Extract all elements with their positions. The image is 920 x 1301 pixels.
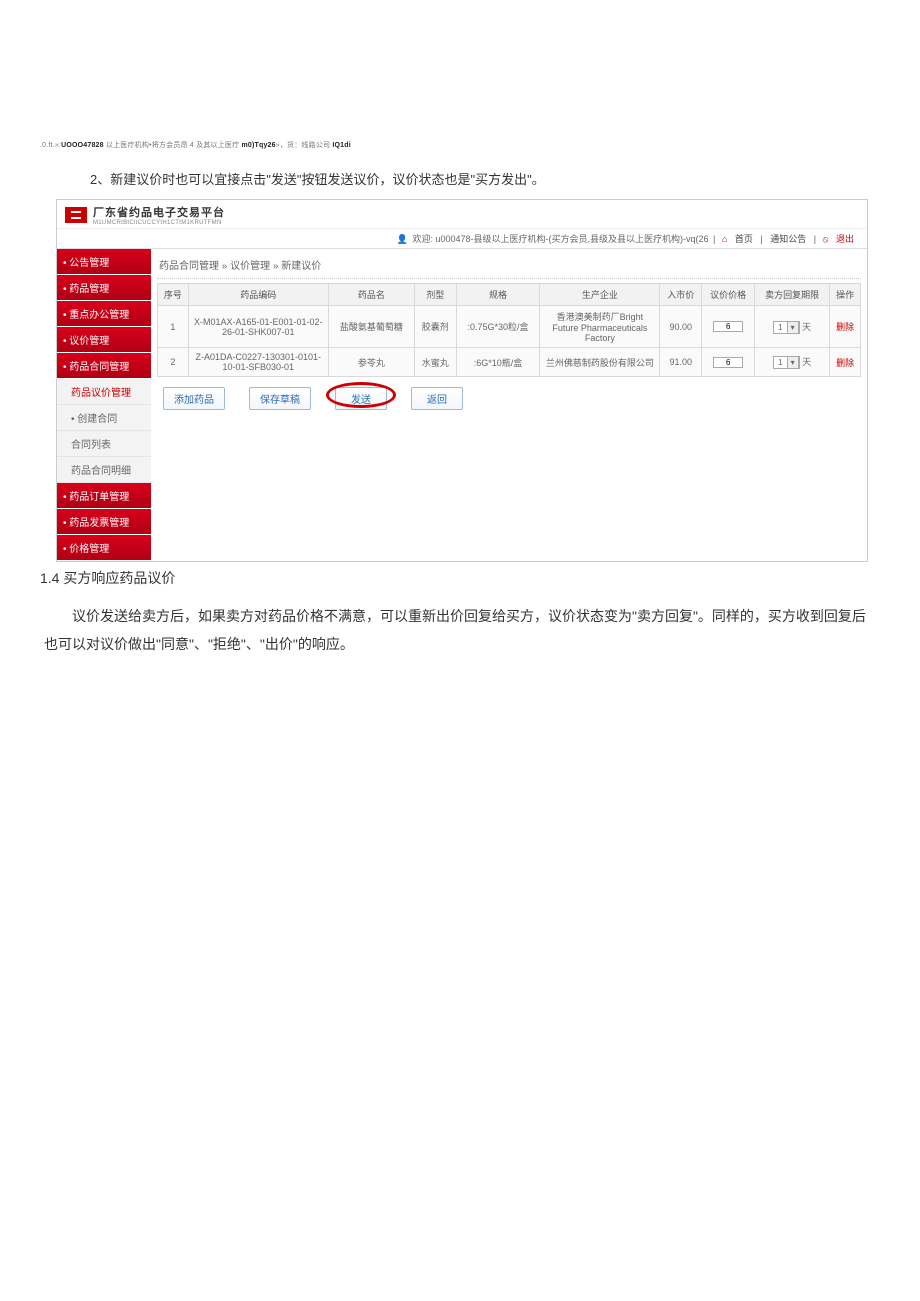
table-header-row: 序号 药品编码 药品名 剂型 规格 生产企业 入市价 议价价格 卖方回复期限 操… xyxy=(158,284,861,306)
stepper-up-icon[interactable]: ▾ xyxy=(788,322,799,333)
delete-link[interactable]: 删除 xyxy=(836,322,854,332)
send-button-label: 发送 xyxy=(351,395,371,406)
user-icon: 👤 xyxy=(397,234,408,244)
cell-bid xyxy=(702,306,755,348)
days-value: 1 xyxy=(774,322,787,333)
sidebar-item-price[interactable]: • 价格管理 xyxy=(57,535,151,561)
app-title: 厂东省约品电子交易平台 xyxy=(93,204,225,220)
table-row: 1 X-M01AX-A165-01-E001-01-02-26-01-SHK00… xyxy=(158,306,861,348)
cell-deadline: 1▾ 天 xyxy=(755,348,830,377)
cell-bid xyxy=(702,348,755,377)
welcome-text: 欢迎: u000478-县级以上医疗机构-(买方会员,县级及县以上医疗机构)-v… xyxy=(412,234,708,244)
home-link[interactable]: 首页 xyxy=(735,234,753,244)
main-panel: 药品合同管理 » 议价管理 » 新建议价 序号 药品编码 药品名 剂型 规格 生… xyxy=(151,249,867,561)
sidebar-sub-contract-detail[interactable]: 药品合同明细 xyxy=(57,457,151,483)
th-deadline: 卖方回复期限 xyxy=(755,284,830,306)
sidebar-item-office[interactable]: • 重点办公管理 xyxy=(57,301,151,327)
th-maker: 生产企业 xyxy=(540,284,660,306)
welcome-bar: 👤 欢迎: u000478-县级以上医疗机构-(买方会员,县级及县以上医疗机构)… xyxy=(57,229,867,249)
days-unit: 天 xyxy=(802,322,811,332)
breadcrumb: 药品合同管理 » 议价管理 » 新建议价 xyxy=(157,253,861,279)
cell-deadline: 1▾ 天 xyxy=(755,306,830,348)
cell-op: 删除 xyxy=(830,306,861,348)
app-header: 厂东省约品电子交易平台 M1UMCRtBtCltCUCCYtH1CTtM1KRU… xyxy=(57,200,867,229)
hdr-pre: .0.ft.»: xyxy=(40,142,61,149)
send-button[interactable]: 发送 xyxy=(335,387,387,410)
days-unit: 天 xyxy=(802,357,811,367)
stepper-up-icon[interactable]: ▾ xyxy=(788,357,799,368)
notice-link[interactable]: 通知公告 xyxy=(770,234,806,244)
sidebar-sub-create-contract[interactable]: • 创建合同 xyxy=(57,405,151,431)
days-value: 1 xyxy=(774,357,787,368)
days-stepper[interactable]: 1▾ xyxy=(773,356,799,369)
hdr-code2: m0)Tqy26 xyxy=(241,142,275,149)
hdr-code1: UOOO47828 xyxy=(61,142,104,149)
body-paragraph: 议价发送给卖方后，如果卖方对药品价格不满意，可以重新出价回复给买方，议价状态变为… xyxy=(44,602,876,658)
cell-code: Z-A01DA-C0227-130301-0101-10-01-SFB030-0… xyxy=(188,348,328,377)
sidebar-item-order[interactable]: • 药品订单管理 xyxy=(57,483,151,509)
delete-link[interactable]: 删除 xyxy=(836,358,854,368)
cell-maker: 兰州佛慈制药股份有限公司 xyxy=(540,348,660,377)
sidebar-sub-contract-list[interactable]: 合同列表 xyxy=(57,431,151,457)
days-stepper[interactable]: 1▾ xyxy=(773,321,799,334)
cell-price: 91.00 xyxy=(660,348,702,377)
cell-form: 水蜜丸 xyxy=(414,348,456,377)
app-screenshot: 厂东省约品电子交易平台 M1UMCRtBtCltCUCCYtH1CTtM1KRU… xyxy=(56,199,868,562)
exit-link[interactable]: 退出 xyxy=(836,234,854,244)
app-logo-icon xyxy=(65,207,87,223)
th-form: 剂型 xyxy=(414,284,456,306)
sidebar: • 公告管理 • 药品管理 • 重点办公管理 • 议价管理 • 药品合同管理 药… xyxy=(57,249,151,561)
cell-name: 盐酸氨基葡萄糖 xyxy=(328,306,414,348)
sidebar-item-drug[interactable]: • 药品管理 xyxy=(57,275,151,301)
exit-icon: ⦸ xyxy=(823,234,829,244)
drug-table: 序号 药品编码 药品名 剂型 规格 生产企业 入市价 议价价格 卖方回复期限 操… xyxy=(157,283,861,377)
step-instruction: 2、新建议价时也可以宜接点击"发送"按钮发送议价，议价状态也是"买方发出"。 xyxy=(90,168,880,191)
save-draft-button[interactable]: 保存草稿 xyxy=(249,387,311,410)
add-drug-button[interactable]: 添加药品 xyxy=(163,387,225,410)
bid-input[interactable] xyxy=(713,321,743,332)
doc-micro-header: .0.ft.»:UOOO47828 以上医疗机构•将方会员昂 4 及其以上医疗 … xyxy=(40,140,880,150)
sidebar-item-negotiate[interactable]: • 议价管理 xyxy=(57,327,151,353)
sidebar-item-announce[interactable]: • 公告管理 xyxy=(57,249,151,275)
sidebar-item-contract[interactable]: • 药品合同管理 xyxy=(57,353,151,379)
th-idx: 序号 xyxy=(158,284,189,306)
th-op: 操作 xyxy=(830,284,861,306)
cell-name: 参苓丸 xyxy=(328,348,414,377)
cell-idx: 1 xyxy=(158,306,189,348)
cell-spec: :0.75G*30粒/盒 xyxy=(456,306,540,348)
th-name: 药品名 xyxy=(328,284,414,306)
cell-price: 90.00 xyxy=(660,306,702,348)
cell-maker: 香港澳美制药厂Bright Future Pharmaceuticals Fac… xyxy=(540,306,660,348)
th-bid: 议价价格 xyxy=(702,284,755,306)
th-spec: 规格 xyxy=(456,284,540,306)
sidebar-item-invoice[interactable]: • 药品发票管理 xyxy=(57,509,151,535)
cell-idx: 2 xyxy=(158,348,189,377)
hdr-mid1: 以上医疗机构•将方会员昂 4 及其以上医疗 xyxy=(104,142,242,149)
hdr-code3: IQ1di xyxy=(332,142,351,149)
cell-form: 胶囊剂 xyxy=(414,306,456,348)
cell-code: X-M01AX-A165-01-E001-01-02-26-01-SHK007-… xyxy=(188,306,328,348)
home-icon: ⌂ xyxy=(722,234,727,244)
cell-op: 删除 xyxy=(830,348,861,377)
app-subtitle: M1UMCRtBtCltCUCCYtH1CTtM1KRUTFMN xyxy=(93,220,225,226)
section-heading: 1.4 买方响应药品议价 xyxy=(40,568,880,588)
hdr-mid2: »，货：线路公司 xyxy=(276,142,333,149)
th-price: 入市价 xyxy=(660,284,702,306)
table-row: 2 Z-A01DA-C0227-130301-0101-10-01-SFB030… xyxy=(158,348,861,377)
back-button[interactable]: 返回 xyxy=(411,387,463,410)
th-code: 药品编码 xyxy=(188,284,328,306)
sidebar-sub-negotiate-mgmt[interactable]: 药品议价管理 xyxy=(57,379,151,405)
cell-spec: :6G*10瓶/盒 xyxy=(456,348,540,377)
bid-input[interactable] xyxy=(713,357,743,368)
action-bar: 添加药品 保存草稿 发送 返回 xyxy=(157,387,861,410)
